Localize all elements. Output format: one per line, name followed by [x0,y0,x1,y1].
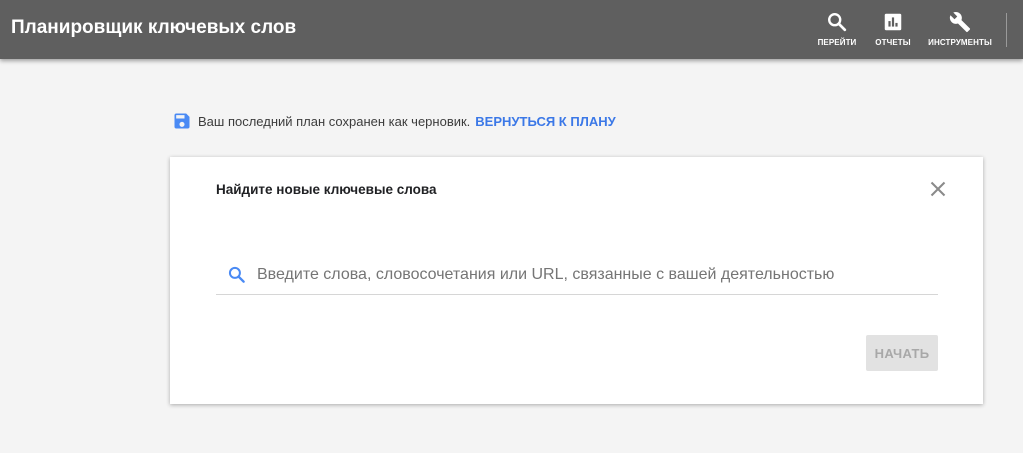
go-to-label: ПЕРЕЙТИ [817,38,857,47]
return-to-plan-link[interactable]: ВЕРНУТЬСЯ К ПЛАНУ [475,114,615,129]
reports-label: ОТЧЕТЫ [875,38,911,47]
bar-chart-icon [884,13,902,31]
search-icon [228,266,245,283]
start-button[interactable]: НАЧАТЬ [866,335,938,371]
keyword-search-input[interactable] [257,263,927,287]
save-icon [174,113,190,129]
reports-button[interactable]: ОТЧЕТЫ [870,0,916,59]
top-app-bar: Планировщик ключевых слов ПЕРЕЙТИ ОТЧЕТЫ… [0,0,1023,59]
draft-notice: Ваш последний план сохранен как черновик… [172,110,616,132]
tools-button[interactable]: ИНСТРУМЕНТЫ [922,0,998,59]
find-keywords-card: Найдите новые ключевые слова НАЧАТЬ [170,157,983,404]
close-icon[interactable] [926,177,950,201]
search-icon [828,13,847,32]
draft-notice-text: Ваш последний план сохранен как черновик… [198,113,471,129]
wrench-icon [949,12,971,33]
card-title: Найдите новые ключевые слова [216,182,437,197]
header-divider [1006,13,1007,47]
tools-label: ИНСТРУМЕНТЫ [928,38,992,47]
app-title: Планировщик ключевых слов [11,17,297,38]
keyword-search-field [216,257,938,295]
go-to-button[interactable]: ПЕРЕЙТИ [814,0,860,59]
